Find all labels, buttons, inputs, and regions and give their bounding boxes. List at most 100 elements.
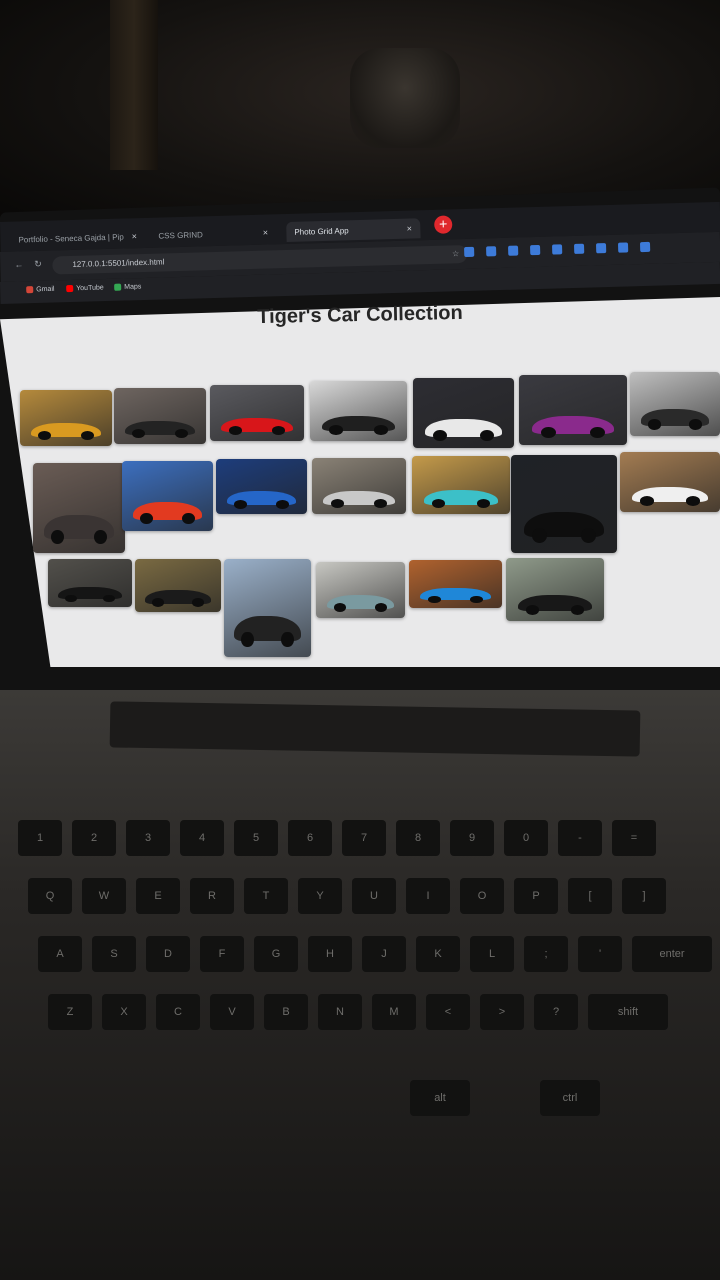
keyboard-key[interactable]: Y	[298, 878, 342, 914]
keyboard-key[interactable]: 6	[288, 820, 332, 856]
wheel	[234, 499, 247, 509]
keyboard-key[interactable]: shift	[588, 994, 668, 1030]
wheel	[64, 594, 77, 603]
car-photo[interactable]	[413, 378, 514, 448]
keyboard-key[interactable]: ctrl	[540, 1080, 600, 1116]
wheel	[686, 496, 700, 506]
keyboard-key[interactable]: 9	[450, 820, 494, 856]
wheel	[51, 529, 65, 544]
car-photo[interactable]	[312, 458, 406, 514]
keyboard-key[interactable]: '	[578, 936, 622, 972]
car-photo[interactable]	[20, 390, 112, 446]
keyboard-key[interactable]: T	[244, 878, 288, 914]
wheel	[103, 594, 116, 603]
car-photo[interactable]	[114, 388, 206, 444]
wheel	[689, 419, 702, 430]
keyboard-key[interactable]: alt	[410, 1080, 470, 1116]
keyboard-key[interactable]: 4	[180, 820, 224, 856]
car-photo[interactable]	[412, 456, 510, 514]
keyboard-key[interactable]: L	[470, 936, 514, 972]
car-photo[interactable]	[224, 559, 311, 657]
wheel	[570, 604, 585, 615]
wheel	[580, 527, 596, 544]
keyboard-key[interactable]: ;	[524, 936, 568, 972]
keyboard-key[interactable]: G	[254, 936, 298, 972]
keyboard-key[interactable]: J	[362, 936, 406, 972]
keyboard-key[interactable]: <	[426, 994, 470, 1030]
keyboard-key[interactable]: 8	[396, 820, 440, 856]
wheel	[431, 498, 446, 509]
keyboard-key[interactable]: V	[210, 994, 254, 1030]
keyboard-key[interactable]: M	[372, 994, 416, 1030]
car-photo[interactable]	[48, 559, 132, 607]
keyboard-key[interactable]: Z	[48, 994, 92, 1030]
wheel	[590, 426, 606, 438]
keyboard-key[interactable]: 7	[342, 820, 386, 856]
keyboard-key[interactable]: P	[514, 878, 558, 914]
keyboard-key[interactable]: [	[568, 878, 612, 914]
car-photo[interactable]	[409, 560, 502, 608]
keyboard-key[interactable]: N	[318, 994, 362, 1030]
wheel	[433, 429, 448, 441]
wheel	[281, 631, 294, 648]
keyboard-key[interactable]: U	[352, 878, 396, 914]
wheel	[191, 598, 204, 607]
keyboard-key[interactable]: enter	[632, 936, 712, 972]
keyboard-key[interactable]: 0	[504, 820, 548, 856]
keyboard-key[interactable]: ?	[534, 994, 578, 1030]
wheel	[228, 426, 242, 436]
keyboard-key[interactable]: X	[102, 994, 146, 1030]
wheel	[241, 631, 254, 648]
keyboard-key[interactable]: A	[38, 936, 82, 972]
wheel	[374, 425, 388, 435]
keyboard-key[interactable]: ]	[622, 878, 666, 914]
keyboard-key[interactable]: S	[92, 936, 136, 972]
car-photo[interactable]	[316, 562, 405, 618]
keyboard-key[interactable]: B	[264, 994, 308, 1030]
wheel	[174, 429, 188, 439]
keyboard-key[interactable]: 3	[126, 820, 170, 856]
wheel	[276, 499, 289, 509]
keyboard-key[interactable]: =	[612, 820, 656, 856]
keyboard-key[interactable]: 2	[72, 820, 116, 856]
keyboard-key[interactable]: E	[136, 878, 180, 914]
wheel	[80, 431, 94, 441]
wheel	[525, 604, 540, 615]
keyboard-key[interactable]: I	[406, 878, 450, 914]
wheel	[333, 603, 347, 613]
keyboard-key[interactable]: -	[558, 820, 602, 856]
keyboard-key[interactable]: C	[156, 994, 200, 1030]
car-photo[interactable]	[630, 372, 720, 436]
wheel	[132, 429, 146, 439]
wheel	[532, 527, 548, 544]
laptop-hinge	[109, 701, 641, 757]
car-photo[interactable]	[506, 558, 604, 621]
keyboard-key[interactable]: R	[190, 878, 234, 914]
car-photo[interactable]	[511, 455, 617, 553]
keyboard-key[interactable]: F	[200, 936, 244, 972]
car-photo[interactable]	[33, 463, 125, 553]
keyboard-key[interactable]: 5	[234, 820, 278, 856]
car-photo[interactable]	[216, 459, 307, 514]
keyboard-key[interactable]: Q	[28, 878, 72, 914]
wheel	[272, 426, 286, 436]
car-photo[interactable]	[519, 375, 627, 445]
wheel	[93, 529, 107, 544]
wheel	[479, 429, 494, 441]
car-photo[interactable]	[310, 381, 407, 441]
car-photo[interactable]	[122, 461, 213, 531]
keyboard-key[interactable]: 1	[18, 820, 62, 856]
keyboard-key[interactable]: >	[480, 994, 524, 1030]
car-photo[interactable]	[210, 385, 304, 441]
wheel	[427, 595, 441, 604]
wheel	[140, 512, 153, 524]
car-photo[interactable]	[620, 452, 720, 512]
keyboard-key[interactable]: D	[146, 936, 190, 972]
keyboard-key[interactable]: H	[308, 936, 352, 972]
wheel	[476, 498, 491, 509]
car-photo[interactable]	[135, 559, 221, 612]
keyboard-key[interactable]: O	[460, 878, 504, 914]
keyboard-key[interactable]: W	[82, 878, 126, 914]
keyboard-key[interactable]: K	[416, 936, 460, 972]
wheel	[182, 512, 195, 524]
